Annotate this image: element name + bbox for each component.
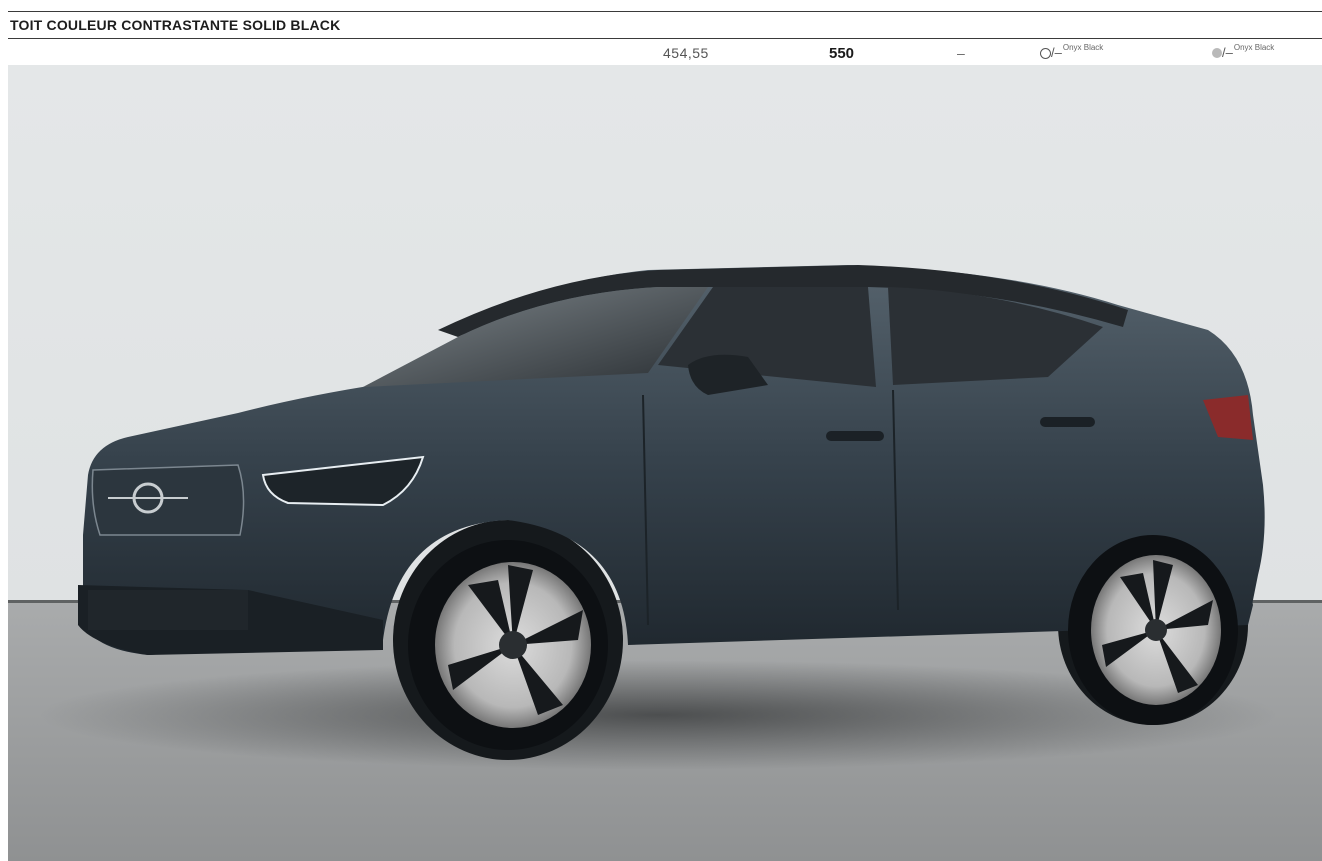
price-incl-tax: 550 bbox=[829, 45, 855, 62]
standard-dot-icon bbox=[1212, 48, 1222, 58]
rear-door-handle bbox=[1040, 417, 1095, 427]
not-available-dash: – bbox=[957, 45, 965, 61]
availability-prefix-1: /– bbox=[1051, 45, 1062, 60]
front-grille bbox=[91, 464, 245, 536]
color-label-1: Onyx Black bbox=[1062, 43, 1104, 52]
top-rule bbox=[8, 11, 1322, 12]
header-rule bbox=[8, 38, 1322, 39]
option-availability-1: /– Onyx Black bbox=[1040, 43, 1104, 60]
section-title: TOIT COULEUR CONTRASTANTE SOLID BLACK bbox=[10, 17, 341, 33]
price-excl-tax: 454,55 bbox=[663, 45, 709, 61]
rear-wheel bbox=[1068, 535, 1238, 725]
color-label-2: Onyx Black bbox=[1233, 43, 1275, 52]
option-availability-2: /– Onyx Black bbox=[1212, 43, 1275, 60]
optional-circle-icon bbox=[1040, 48, 1051, 59]
front-door-handle bbox=[826, 431, 884, 441]
car-photo bbox=[8, 65, 1322, 861]
front-wheel bbox=[408, 540, 608, 750]
availability-prefix-2: /– bbox=[1222, 45, 1233, 60]
